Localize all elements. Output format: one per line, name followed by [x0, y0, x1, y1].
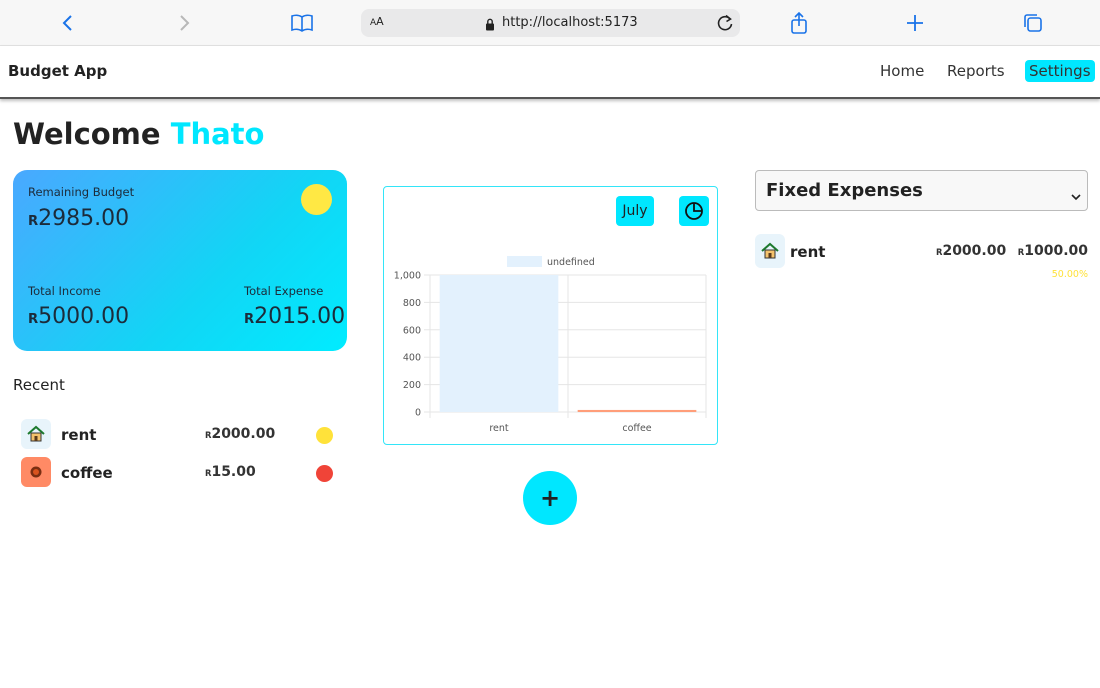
forward-icon[interactable]	[172, 11, 196, 35]
y-tick-label: 200	[403, 380, 421, 391]
app-navbar: Budget App Home Reports Settings	[0, 46, 1100, 99]
fixed-expense-amount: R2000.00	[936, 243, 1007, 259]
total-income-value: R5000.00	[28, 304, 130, 329]
bar	[439, 275, 559, 412]
legend-label: undefined	[547, 257, 595, 268]
remaining-budget-label: Remaining Budget	[28, 185, 135, 199]
recent-section-title: Recent	[13, 376, 65, 394]
address-bar[interactable]: AA http://localhost:5173	[361, 9, 740, 37]
month-selector-button[interactable]: July	[616, 196, 654, 226]
recent-item-amount: R2000.00	[205, 426, 276, 442]
remaining-budget-value: R2985.00	[28, 206, 130, 231]
nav-home[interactable]: Home	[880, 62, 924, 80]
book-icon[interactable]	[290, 11, 314, 35]
welcome-heading: Welcome Thato	[13, 117, 264, 151]
bar	[577, 409, 697, 412]
total-income-label: Total Income	[28, 284, 101, 298]
y-tick-label: 600	[403, 325, 421, 336]
recent-item-name: coffee	[61, 464, 113, 482]
list-item[interactable]: coffee R15.00	[21, 457, 341, 489]
sun-icon	[301, 184, 332, 215]
food-icon	[21, 457, 51, 487]
pie-chart-icon[interactable]	[679, 196, 709, 226]
chart-panel: July undefined 0 200 400 600 800 1,000 rent coff…	[383, 186, 718, 445]
tabs-overview-icon[interactable]	[1021, 11, 1045, 35]
reload-icon[interactable]	[716, 13, 734, 37]
budget-summary-card: Remaining Budget R2985.00 Total Income R…	[13, 170, 347, 351]
status-dot	[316, 465, 333, 482]
house-icon	[21, 419, 51, 449]
x-tick-label: rent	[489, 423, 509, 434]
fixed-expense-percent: 50.00%	[1051, 269, 1088, 280]
browser-toolbar: AA http://localhost:5173	[0, 0, 1100, 46]
share-icon[interactable]	[787, 11, 811, 35]
fixed-expense-row[interactable]: rent R2000.00 R1000.00 50.00%	[755, 234, 1088, 284]
brand-title[interactable]: Budget App	[8, 62, 107, 80]
total-expense-label: Total Expense	[244, 284, 324, 298]
legend-swatch	[507, 256, 542, 267]
y-tick-label: 800	[403, 298, 421, 309]
welcome-user-name: Thato	[170, 117, 265, 151]
recent-item-amount: R15.00	[205, 464, 256, 480]
list-item[interactable]: rent R2000.00	[21, 419, 341, 451]
y-tick-label: 1,000	[394, 271, 421, 282]
x-tick-label: coffee	[622, 423, 651, 434]
house-icon	[755, 234, 785, 268]
nav-reports[interactable]: Reports	[947, 62, 1005, 80]
nav-settings[interactable]: Settings	[1025, 60, 1095, 82]
select-value: Fixed Expenses	[766, 180, 923, 201]
url-text[interactable]: http://localhost:5173	[502, 15, 638, 30]
welcome-greeting: Welcome	[13, 117, 161, 151]
fixed-expense-name: rent	[790, 243, 826, 261]
back-icon[interactable]	[56, 11, 80, 35]
text-size-button[interactable]: AA	[370, 15, 384, 28]
lock-icon	[485, 16, 495, 35]
chevron-down-icon	[1071, 186, 1081, 205]
bar-chart: undefined 0 200 400 600 800 1,000 rent coffee	[394, 256, 707, 434]
y-tick-label: 400	[403, 353, 421, 364]
status-dot	[316, 427, 333, 444]
fixed-expense-paid: R1000.00	[1017, 243, 1088, 259]
new-tab-icon[interactable]	[903, 11, 927, 35]
fixed-expenses-select[interactable]: Fixed Expenses	[755, 170, 1088, 211]
recent-item-name: rent	[61, 426, 97, 444]
total-expense-value: R2015.00	[244, 304, 346, 329]
y-tick-label: 0	[415, 408, 421, 419]
add-transaction-button[interactable]: +	[523, 471, 577, 525]
